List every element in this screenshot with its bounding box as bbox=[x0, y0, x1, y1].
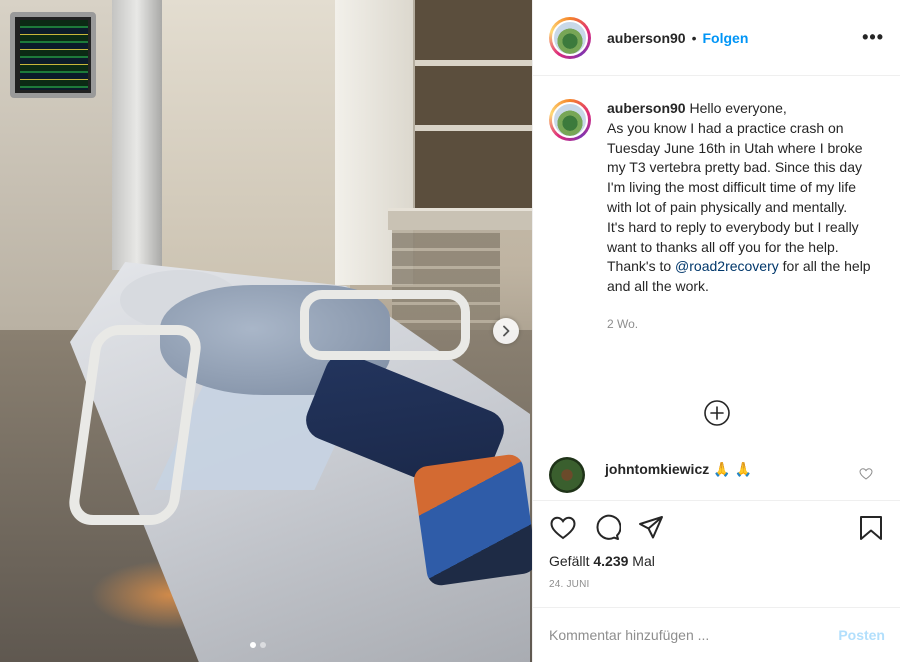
photo-shelves bbox=[415, 0, 532, 230]
more-options-icon[interactable]: ••• bbox=[862, 27, 884, 48]
photo-bed-rail bbox=[300, 290, 470, 360]
photo-wall bbox=[160, 0, 350, 300]
photo-shelf bbox=[415, 125, 532, 131]
photo-monitor-screen bbox=[20, 20, 88, 90]
likes-count[interactable]: Gefällt 4.239 Mal bbox=[549, 553, 885, 569]
caption-text: As you know I had a practice crash on Tu… bbox=[607, 119, 863, 215]
comments-section[interactable]: auberson90 Hello everyone, As you know I… bbox=[533, 77, 900, 499]
caption: auberson90 Hello everyone, As you know I… bbox=[533, 77, 900, 335]
heart-icon[interactable] bbox=[549, 514, 577, 542]
photo-shelf bbox=[415, 60, 532, 66]
avatar-image bbox=[552, 102, 588, 138]
separator-bullet: • bbox=[691, 29, 697, 46]
caption-body: auberson90 Hello everyone, As you know I… bbox=[607, 99, 877, 335]
post-date[interactable]: 24. JUNI bbox=[549, 579, 885, 590]
bookmark-icon[interactable] bbox=[857, 514, 885, 542]
comment-icon[interactable] bbox=[593, 514, 621, 542]
follow-button[interactable]: Folgen bbox=[703, 30, 749, 46]
comment-text: johntomkiewicz 🙏 🙏 bbox=[605, 461, 752, 478]
action-icons bbox=[549, 513, 885, 543]
post-photo[interactable] bbox=[0, 0, 532, 662]
caption-text: It's hard to reply to everybody but I re… bbox=[607, 218, 859, 255]
post-actions: Gefällt 4.239 Mal 24. JUNI bbox=[533, 500, 900, 590]
comment-username[interactable]: johntomkiewicz bbox=[605, 461, 709, 477]
plus-circle-icon[interactable] bbox=[703, 399, 731, 427]
caption-avatar[interactable] bbox=[549, 99, 591, 141]
caption-timestamp[interactable]: 2 Wo. bbox=[607, 315, 877, 335]
photo-bag bbox=[412, 452, 532, 588]
paper-plane-icon[interactable] bbox=[637, 514, 665, 542]
likes-number: 4.239 bbox=[593, 553, 629, 569]
add-comment-bar: Posten bbox=[533, 607, 900, 662]
comment-emoji: 🙏 🙏 bbox=[713, 461, 752, 477]
chevron-right-icon bbox=[503, 325, 510, 337]
comment-item: johntomkiewicz 🙏 🙏 bbox=[549, 457, 889, 493]
avatar[interactable] bbox=[549, 16, 591, 59]
carousel-indicator bbox=[250, 642, 266, 648]
comment-avatar[interactable] bbox=[549, 457, 585, 493]
post-comment-button[interactable]: Posten bbox=[838, 627, 885, 643]
carousel-next-button[interactable] bbox=[493, 318, 519, 344]
avatar-image bbox=[552, 19, 588, 56]
caption-username[interactable]: auberson90 bbox=[607, 100, 686, 116]
photo-counter bbox=[388, 208, 532, 230]
caption-text: Thank's to bbox=[607, 258, 676, 275]
post-username[interactable]: auberson90 bbox=[607, 30, 686, 46]
heart-icon[interactable] bbox=[859, 467, 873, 481]
caption-text: Hello everyone, bbox=[689, 100, 787, 116]
likes-prefix: Gefällt bbox=[549, 553, 594, 569]
post-side-panel: auberson90 • Folgen ••• auberson90 Hello… bbox=[532, 0, 900, 662]
carousel-dot bbox=[250, 642, 256, 648]
photo-iv-pole bbox=[112, 0, 162, 270]
mention-link[interactable]: @road2recovery bbox=[675, 258, 779, 274]
post-header: auberson90 • Folgen ••• bbox=[533, 0, 900, 76]
carousel-dot bbox=[260, 642, 266, 648]
likes-suffix: Mal bbox=[628, 553, 655, 569]
comment-input[interactable] bbox=[549, 627, 839, 643]
